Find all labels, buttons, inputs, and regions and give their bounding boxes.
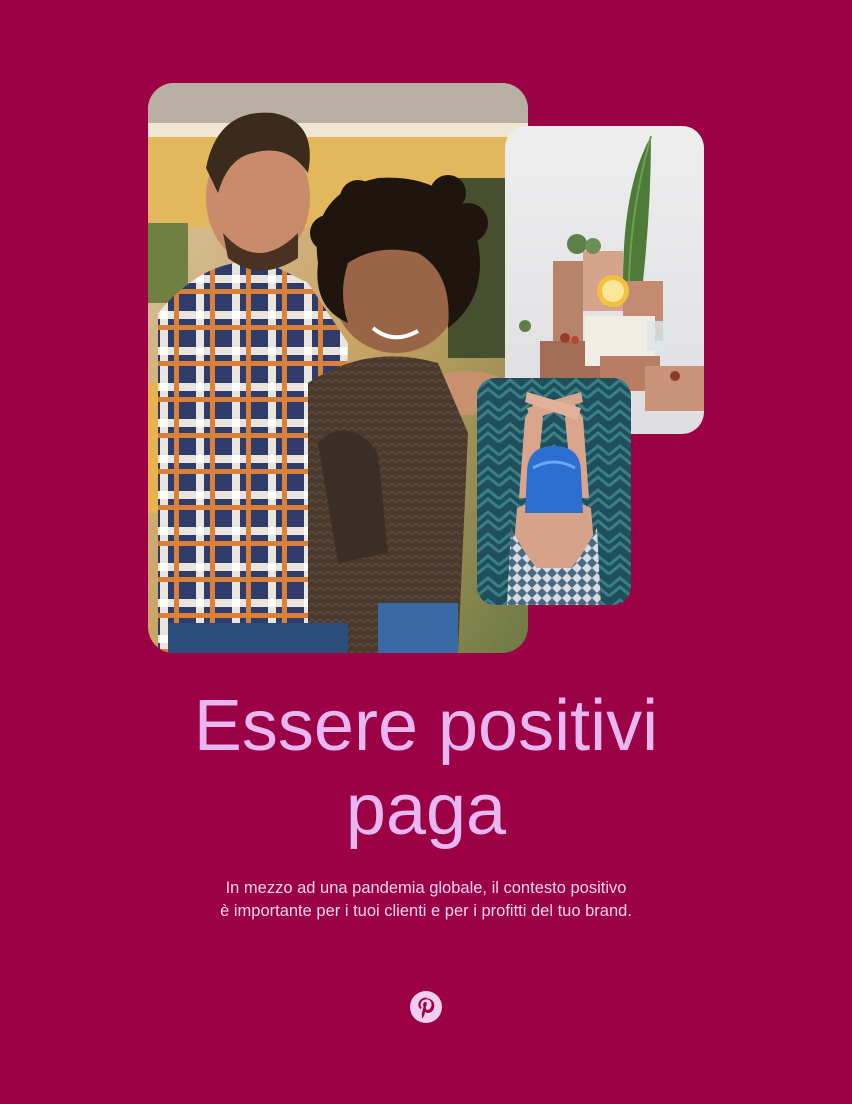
- page-title-line-1: Essere positivi: [193, 686, 659, 766]
- blue-hair-woman-photo: [477, 378, 631, 605]
- couple-hugging-photo: [148, 83, 528, 653]
- page-title-line-2: paga: [345, 770, 507, 850]
- subtitle-line-1: In mezzo ad una pandemia globale, il con…: [225, 879, 627, 897]
- subtitle-text: In mezzo ad una pandemia globale, il con…: [0, 877, 852, 923]
- subtitle-line-2: è importante per i tuoi clienti e per i …: [220, 902, 632, 920]
- pinterest-logo-icon: [410, 991, 442, 1023]
- page-title: Essere positivi paga: [0, 684, 852, 852]
